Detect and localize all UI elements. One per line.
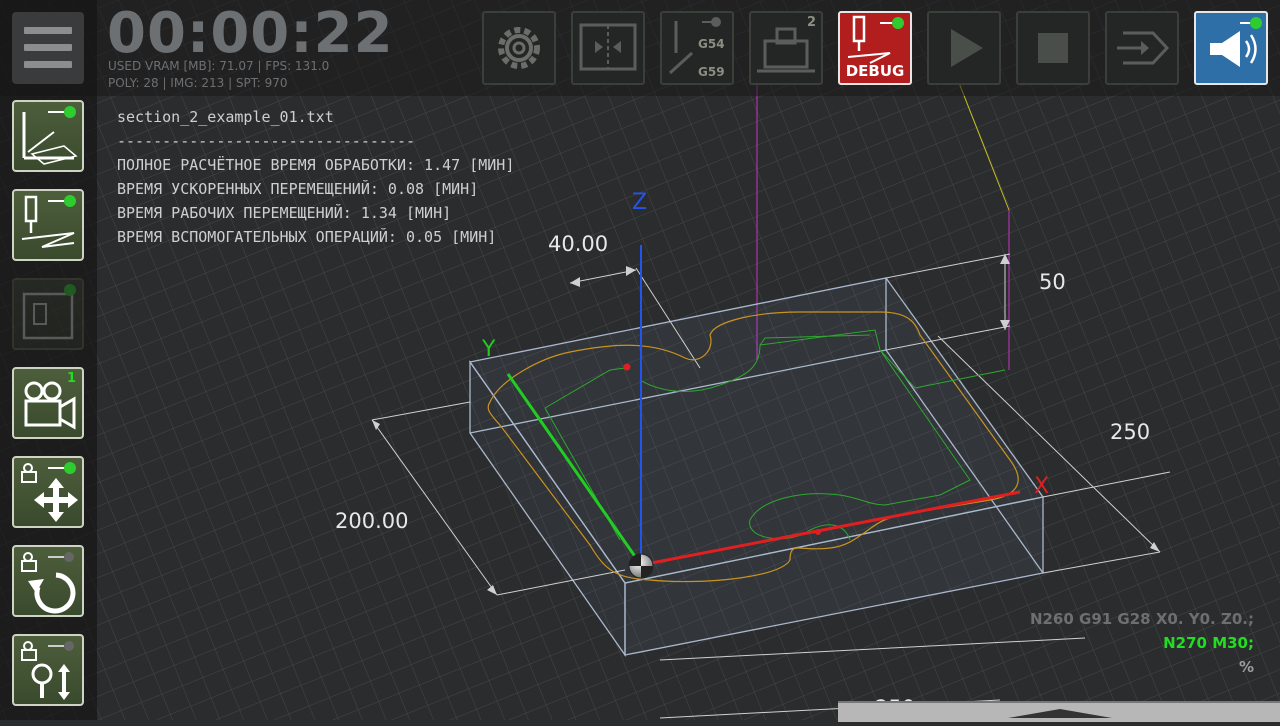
- info-separator: ---------------------------------: [117, 132, 416, 150]
- fit-frame-icon: [579, 23, 637, 71]
- camera-preset-button[interactable]: 1: [12, 367, 84, 439]
- menu-button[interactable]: [12, 12, 84, 84]
- z-axis-label: Z: [632, 190, 648, 215]
- gcode-end-line: %: [1238, 658, 1254, 676]
- y-axis-label: Y: [482, 337, 496, 362]
- camera-zoom-button[interactable]: [12, 634, 84, 706]
- export-button[interactable]: [1105, 11, 1179, 85]
- gcode-previous-line: N260 G91 G28 X0. Y0. Z0.;: [1029, 610, 1254, 628]
- grid-toggle-button[interactable]: [12, 100, 84, 172]
- machine-toggle-button[interactable]: [12, 278, 84, 350]
- camera-pan-button[interactable]: [12, 456, 84, 528]
- gcode-current-line: N270 M30;: [1163, 634, 1254, 652]
- camera-badge: 1: [66, 371, 76, 386]
- g54-label: G54: [698, 37, 725, 51]
- feed-time: ВРЕМЯ РАБОЧИХ ПЕРЕМЕЩЕНИЙ: 1.34 [МИН]: [117, 204, 452, 222]
- workpiece-button[interactable]: 2: [749, 11, 823, 85]
- toolpath-toggle-button[interactable]: [12, 189, 84, 261]
- hamburger-menu-icon: [24, 27, 72, 34]
- aux-time: ВРЕМЯ ВСПОМОГАТЕЛЬНЫХ ОПЕРАЦИЙ: 0.05 [МИ…: [117, 228, 497, 246]
- toolpath-icon: [21, 195, 76, 248]
- machine-icon: [22, 284, 76, 340]
- x-axis-label: X: [1034, 474, 1050, 499]
- settings-button[interactable]: [482, 11, 556, 85]
- dimension-250-right: 250: [1110, 420, 1151, 444]
- zoom-icon: [21, 641, 74, 700]
- fit-view-button[interactable]: [571, 11, 645, 85]
- workpiece-badge: 2: [806, 15, 816, 30]
- g59-label: G59: [698, 65, 725, 79]
- hamburger-line: [24, 61, 72, 68]
- total-time: ПОЛНОЕ РАСЧЁТНОЕ ВРЕМЯ ОБРАБОТКИ: 1.47 […: [117, 156, 515, 174]
- dimension-50: 50: [1039, 270, 1066, 294]
- dimension-200: 200.00: [335, 509, 409, 533]
- debug-label: DEBUG: [845, 62, 905, 80]
- bottom-panel-handle[interactable]: [838, 701, 1280, 722]
- grid-axes-icon: [22, 106, 78, 165]
- dimension-40: 40.00: [548, 232, 609, 256]
- elapsed-timer: 00:00:22: [107, 1, 394, 66]
- export-icon: [1117, 31, 1170, 65]
- play-icon: [951, 29, 983, 67]
- rapid-point-2: [815, 529, 821, 535]
- stats-line-2: POLY: 28 | IMG: 213 | SPT: 970: [108, 76, 288, 90]
- megaphone-icon: [1210, 17, 1262, 67]
- rapid-point: [623, 363, 631, 371]
- hamburger-line: [24, 44, 72, 51]
- stop-icon: [1038, 33, 1068, 63]
- camera-rotate-button[interactable]: [12, 545, 84, 617]
- gear-icon: [498, 27, 540, 69]
- play-button[interactable]: [927, 11, 1001, 85]
- debug-button[interactable]: DEBUG: [838, 11, 912, 85]
- panel-handle-icon: [1008, 709, 1112, 718]
- move-arrows-icon: [21, 462, 78, 522]
- stats-line-1: USED VRAM [MB]: 71.07 | FPS: 131.0: [108, 59, 330, 73]
- sound-button[interactable]: [1194, 11, 1268, 85]
- rotate-icon: [21, 552, 76, 614]
- work-offset-button[interactable]: G54 G59: [660, 11, 734, 85]
- program-filename: section_2_example_01.txt: [117, 108, 334, 126]
- rapid-time: ВРЕМЯ УСКОРЕННЫХ ПЕРЕМЕЩЕНИЙ: 0.08 [МИН]: [117, 180, 479, 198]
- stop-button[interactable]: [1016, 11, 1090, 85]
